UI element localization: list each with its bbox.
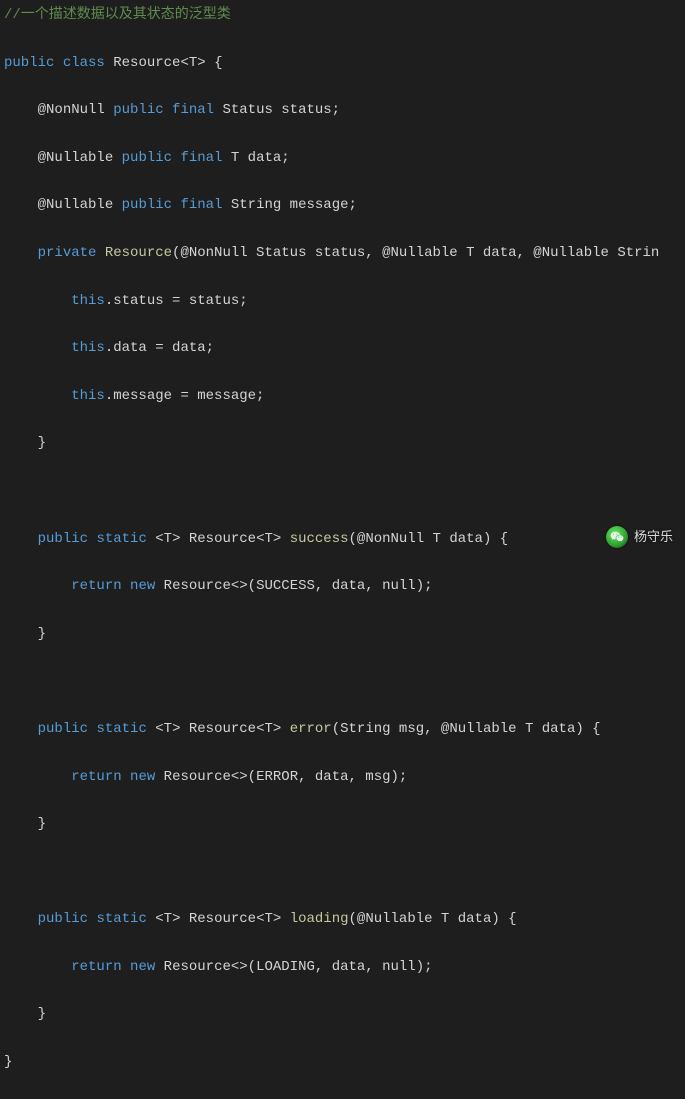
kw-public: public <box>38 911 88 927</box>
anno-nullable: @Nullable <box>38 197 114 213</box>
assign-message: .message = message; <box>105 388 265 404</box>
sig: (@NonNull T data) { <box>349 531 509 547</box>
class-close: } <box>4 1054 12 1070</box>
generic: <T> Resource<T> <box>155 911 281 927</box>
expr: Resource<>(SUCCESS, data, null); <box>164 578 433 594</box>
field-message: String message; <box>231 197 357 213</box>
kw-static: static <box>96 721 146 737</box>
mods: public final <box>122 197 223 213</box>
sig: (String msg, @Nullable T data) { <box>332 721 601 737</box>
kw-class: class <box>63 55 105 71</box>
kw-this: this <box>71 340 105 356</box>
kw-public: public <box>4 55 54 71</box>
generic: <T> Resource<T> <box>155 531 281 547</box>
class-decl: Resource<T> { <box>113 55 222 71</box>
sig: (@Nullable T data) { <box>349 911 517 927</box>
ctor-name: Resource <box>105 245 172 261</box>
expr: Resource<>(LOADING, data, null); <box>164 959 433 975</box>
code-comment: //一个描述数据以及其状态的泛型类 <box>4 7 231 23</box>
kw-return: return <box>71 959 121 975</box>
anno-nonnull: @NonNull <box>38 102 105 118</box>
kw-public: public <box>38 721 88 737</box>
field-status: Status status; <box>222 102 340 118</box>
ctor-sig: (@NonNull Status status, @Nullable T dat… <box>172 245 659 261</box>
mods: public final <box>113 102 214 118</box>
kw-this: this <box>71 388 105 404</box>
watermark-name: 杨守乐 <box>634 526 673 548</box>
kw-new: new <box>130 578 155 594</box>
kw-private: private <box>38 245 97 261</box>
close-brace: } <box>38 816 46 832</box>
kw-static: static <box>96 531 146 547</box>
kw-static: static <box>96 911 146 927</box>
kw-public: public <box>38 531 88 547</box>
method-loading: loading <box>290 911 349 927</box>
close-brace: } <box>38 626 46 642</box>
assign-status: .status = status; <box>105 293 248 309</box>
kw-return: return <box>71 769 121 785</box>
kw-this: this <box>71 293 105 309</box>
close-brace: } <box>38 1006 46 1022</box>
mods: public final <box>122 150 223 166</box>
method-error: error <box>290 721 332 737</box>
kw-new: new <box>130 959 155 975</box>
generic: <T> Resource<T> <box>155 721 281 737</box>
kw-return: return <box>71 578 121 594</box>
code-block: //一个描述数据以及其状态的泛型类 public class Resource<… <box>4 4 685 1099</box>
anno-nullable: @Nullable <box>38 150 114 166</box>
close-brace: } <box>38 435 46 451</box>
assign-data: .data = data; <box>105 340 214 356</box>
expr: Resource<>(ERROR, data, msg); <box>164 769 408 785</box>
kw-new: new <box>130 769 155 785</box>
method-success: success <box>290 531 349 547</box>
field-data: T data; <box>231 150 290 166</box>
watermark: 杨守乐 <box>606 526 673 548</box>
wechat-icon <box>606 526 628 548</box>
